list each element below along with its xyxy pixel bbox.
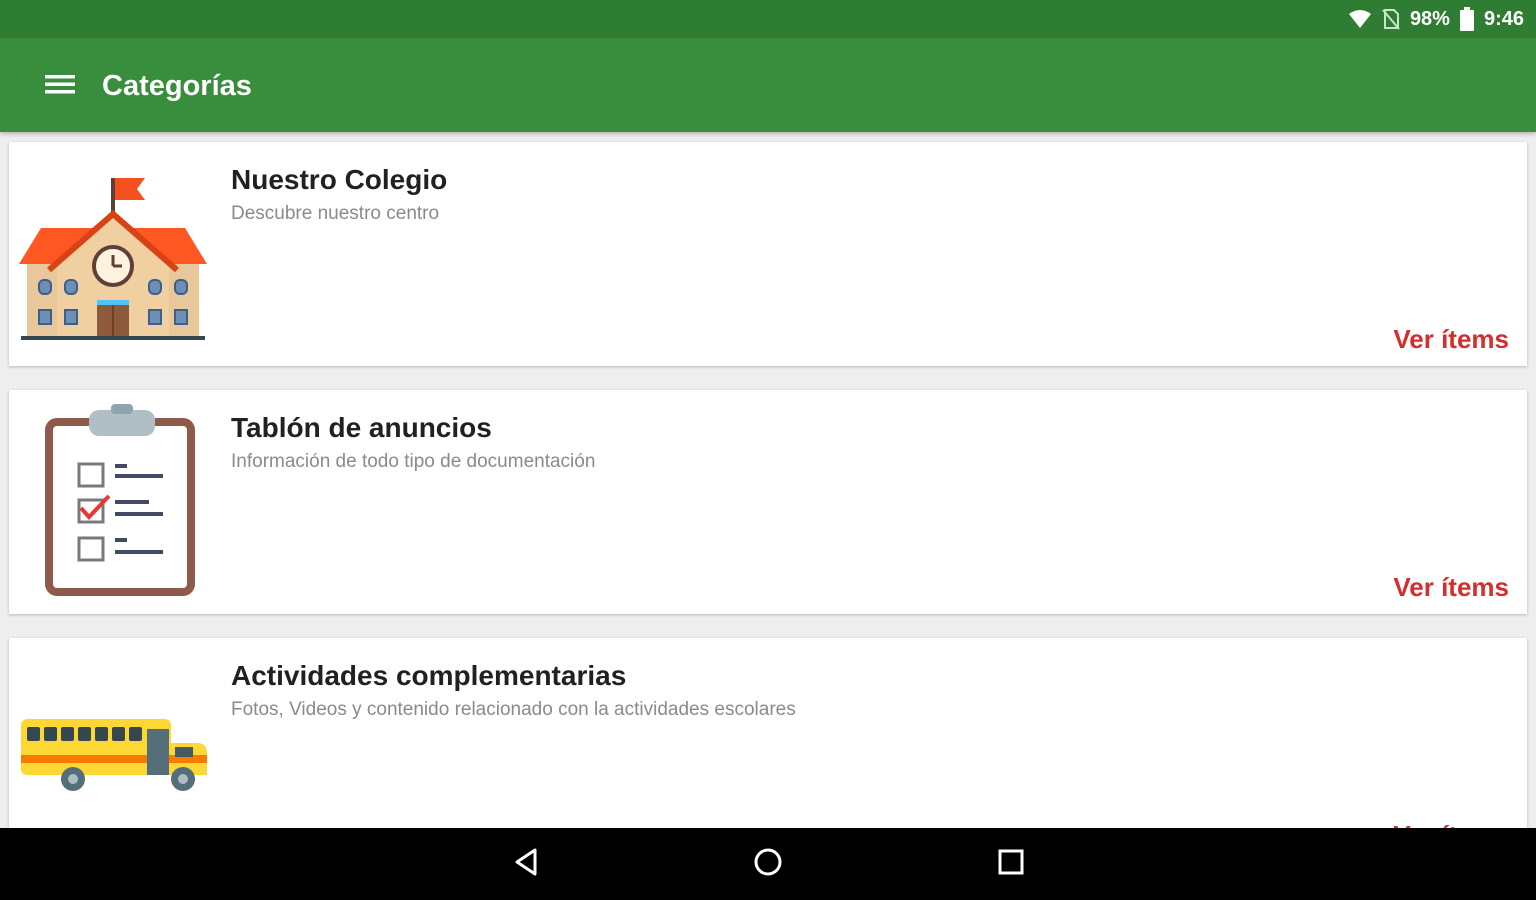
battery-level: 98%	[1409, 7, 1450, 30]
status-indicators: 98% 9:46	[1348, 0, 1524, 38]
category-title: Actividades complementarias	[231, 660, 627, 691]
ver-items-button[interactable]: Ver ítems	[1393, 324, 1509, 354]
recents-icon	[997, 848, 1025, 881]
app-bar: Categorías	[0, 38, 1536, 132]
clipboard-checklist-icon	[17, 404, 209, 600]
home-button[interactable]	[744, 842, 792, 886]
wifi-icon	[1348, 9, 1372, 29]
back-button[interactable]	[502, 842, 550, 886]
category-card-actividades-complementarias[interactable]: Actividades complementarias Fotos, Video…	[9, 638, 1527, 828]
battery-icon	[1459, 7, 1474, 31]
category-title: Tablón de anuncios	[231, 412, 492, 443]
no-sim-icon	[1382, 8, 1400, 30]
back-icon	[511, 847, 541, 882]
category-title: Nuestro Colegio	[231, 164, 448, 195]
home-icon	[753, 847, 783, 882]
menu-button[interactable]	[36, 64, 84, 108]
category-card-tablon-de-anuncios[interactable]: Tablón de anuncios Información de todo t…	[9, 390, 1527, 614]
category-subtitle: Descubre nuestro centro	[231, 203, 440, 224]
category-subtitle: Información de todo tipo de documentació…	[231, 451, 596, 472]
status-bar: 98% 9:46	[0, 0, 1536, 38]
system-nav-bar	[0, 828, 1536, 900]
category-subtitle: Fotos, Videos y contenido relacionado co…	[231, 699, 796, 720]
ver-items-button[interactable]: Ver ítems	[1393, 820, 1509, 828]
school-building-icon	[17, 156, 209, 352]
ver-items-button[interactable]: Ver ítems	[1393, 572, 1509, 602]
hamburger-menu-icon	[45, 72, 75, 101]
recents-button[interactable]	[987, 842, 1035, 886]
school-bus-icon	[17, 652, 209, 828]
page-title: Categorías	[102, 70, 252, 102]
category-card-nuestro-colegio[interactable]: Nuestro Colegio Descubre nuestro centro …	[9, 142, 1527, 366]
clock: 9:46	[1483, 7, 1524, 30]
category-list[interactable]: Nuestro Colegio Descubre nuestro centro …	[0, 132, 1536, 828]
